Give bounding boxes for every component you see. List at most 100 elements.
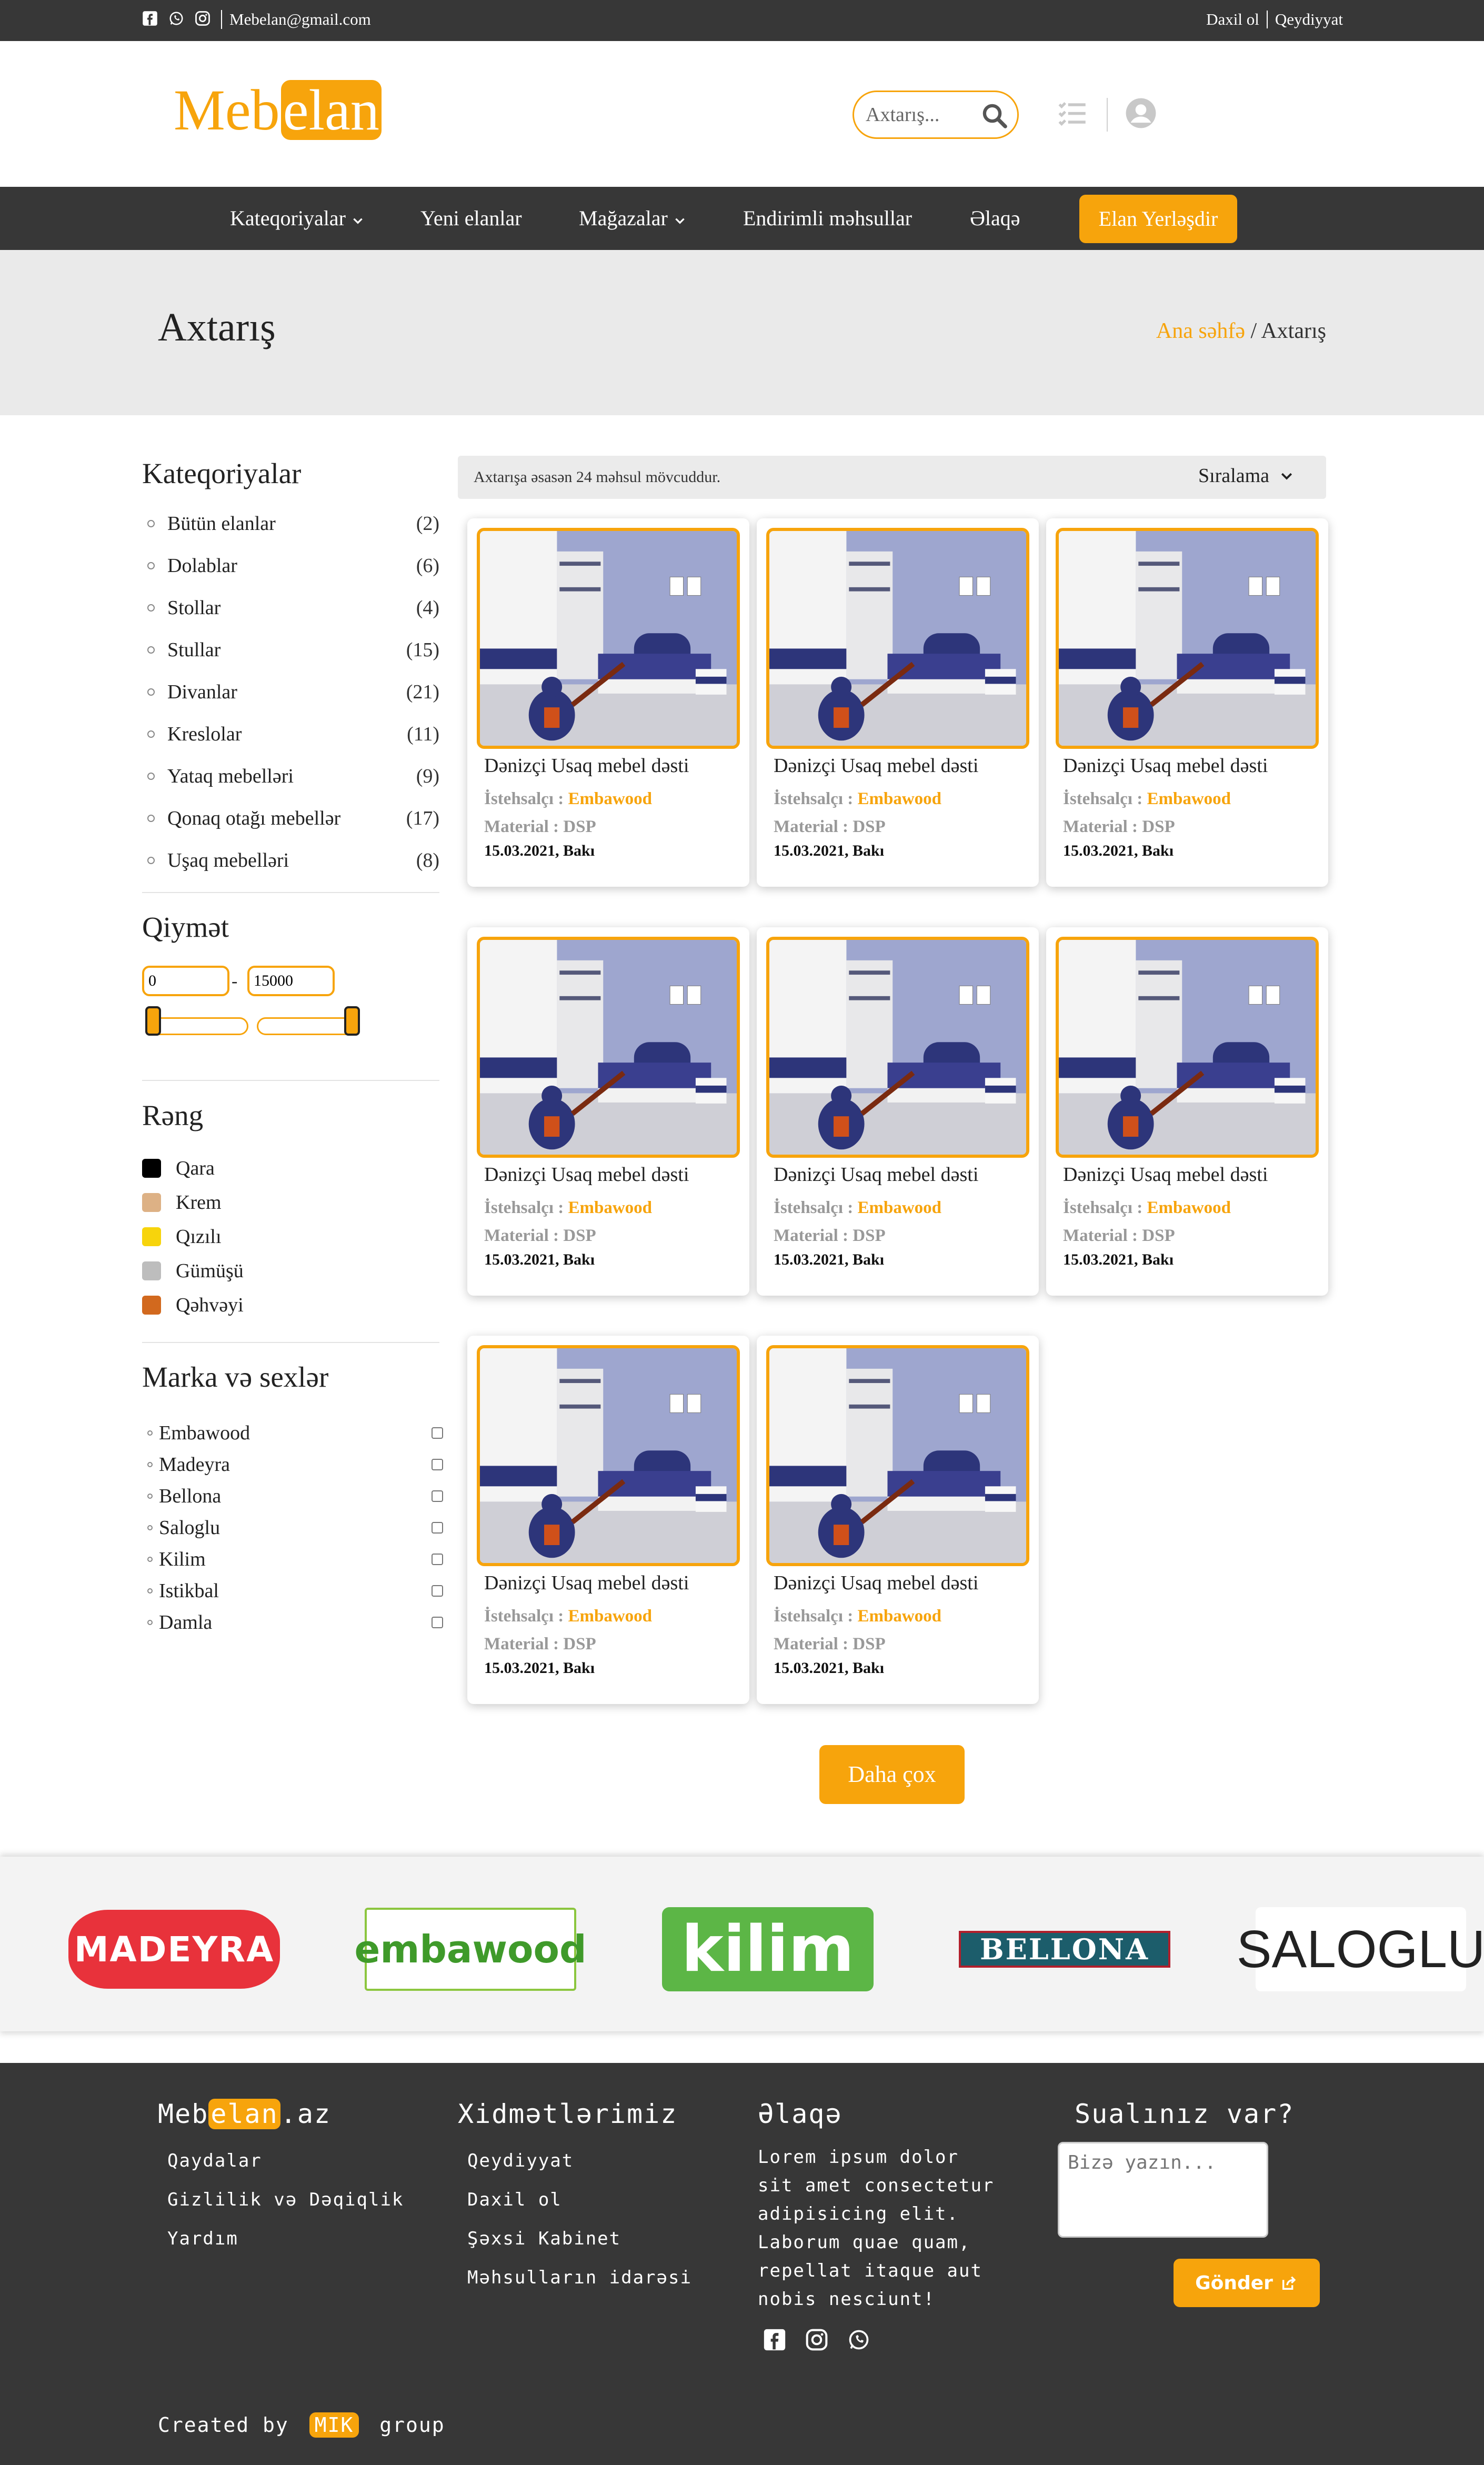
footer-link-rules[interactable]: Qaydalar <box>167 2150 262 2171</box>
product-image[interactable] <box>766 937 1029 1158</box>
footer-link-register[interactable]: Qeydiyyat <box>467 2150 574 2171</box>
footer-link-help[interactable]: Yardım <box>167 2228 238 2249</box>
instagram-icon[interactable] <box>194 9 212 27</box>
product-title[interactable]: Dənizçi Usaq mebel dəsti <box>1063 1163 1268 1186</box>
facebook-icon[interactable] <box>141 9 159 27</box>
contact-email[interactable]: Mebelan@gmail.com <box>221 10 371 29</box>
send-button[interactable]: Gönder <box>1174 2259 1320 2307</box>
footer-link-cabinet[interactable]: Şəxsi Kabinet <box>467 2228 621 2249</box>
login-link[interactable]: Daxil ol <box>1206 10 1259 29</box>
color-option[interactable]: Qəhvəyi <box>142 1290 244 1320</box>
search-icon[interactable] <box>980 102 1009 133</box>
message-input[interactable] <box>1058 2142 1268 2238</box>
brand-checkbox[interactable] <box>432 1427 443 1439</box>
maker-value[interactable]: Embawood <box>568 789 653 808</box>
product-card[interactable]: Dənizçi Usaq mebel dəsti İstehsalçı : Em… <box>757 518 1039 887</box>
register-link[interactable]: Qeydiyyat <box>1275 10 1343 29</box>
color-option[interactable]: Krem <box>142 1188 222 1217</box>
category-item[interactable]: Uşaq mebelləri (8) <box>142 839 439 881</box>
brand-filter-item[interactable]: Kilim <box>147 1544 443 1575</box>
nav-new-listings[interactable]: Yeni elanlar <box>420 187 522 250</box>
maker-value[interactable]: Embawood <box>568 1607 653 1626</box>
maker-value[interactable]: Embawood <box>1147 789 1231 808</box>
category-item[interactable]: Divanlar (21) <box>142 671 439 713</box>
price-max-input[interactable] <box>247 966 335 996</box>
maker-value[interactable]: Embawood <box>858 1198 942 1217</box>
saloglu-logo[interactable]: SALOGLU <box>1237 1907 1484 1991</box>
footer-link-products[interactable]: Məhsulların idarəsi <box>467 2267 692 2288</box>
brand-checkbox[interactable] <box>432 1490 443 1502</box>
nav-categories[interactable]: Kateqoriyalar <box>230 187 365 250</box>
footer-link-login[interactable]: Daxil ol <box>467 2189 562 2210</box>
nav-contact[interactable]: Əlaqə <box>970 187 1020 250</box>
product-card[interactable]: Dənizçi Usaq mebel dəsti İstehsalçı : Em… <box>467 927 749 1296</box>
category-item[interactable]: Bütün elanlar (2) <box>142 503 439 545</box>
category-item[interactable]: Dolablar (6) <box>142 545 439 587</box>
product-card[interactable]: Dənizçi Usaq mebel dəsti İstehsalçı : Em… <box>1046 927 1328 1296</box>
maker-value[interactable]: Embawood <box>568 1198 653 1217</box>
kilim-logo[interactable]: kilim <box>662 1907 874 1991</box>
category-item[interactable]: Stollar (4) <box>142 587 439 629</box>
brand-checkbox[interactable] <box>432 1459 443 1470</box>
product-image[interactable] <box>1056 528 1319 749</box>
embawood-logo[interactable]: embawood <box>355 1907 586 1991</box>
product-title[interactable]: Dənizçi Usaq mebel dəsti <box>774 1571 978 1595</box>
maker-value[interactable]: Embawood <box>858 1607 942 1626</box>
product-card[interactable]: Dənizçi Usaq mebel dəsti İstehsalçı : Em… <box>467 1336 749 1704</box>
category-item[interactable]: Kreslolar (11) <box>142 713 439 755</box>
brand-filter-item[interactable]: Embawood <box>147 1417 443 1449</box>
product-title[interactable]: Dənizçi Usaq mebel dəsti <box>484 754 689 777</box>
product-title[interactable]: Dənizçi Usaq mebel dəsti <box>484 1571 689 1595</box>
color-option[interactable]: Qara <box>142 1154 215 1183</box>
brand-filter-item[interactable]: Bellona <box>147 1480 443 1512</box>
product-card[interactable]: Dənizçi Usaq mebel dəsti İstehsalçı : Em… <box>757 1336 1039 1704</box>
product-title[interactable]: Dənizçi Usaq mebel dəsti <box>484 1163 689 1186</box>
breadcrumb-home[interactable]: Ana səhfə <box>1156 319 1245 343</box>
price-min-handle[interactable] <box>145 1006 161 1036</box>
category-item[interactable]: Yataq mebelləri (9) <box>142 755 439 797</box>
bellona-logo[interactable]: BELLONA <box>959 1907 1170 1991</box>
brand-checkbox[interactable] <box>432 1522 443 1534</box>
user-icon[interactable] <box>1125 97 1157 132</box>
product-title[interactable]: Dənizçi Usaq mebel dəsti <box>774 754 978 777</box>
product-image[interactable] <box>766 528 1029 749</box>
instagram-icon[interactable] <box>805 2328 828 2353</box>
site-logo[interactable]: Meb elan <box>174 80 382 140</box>
nav-stores[interactable]: Mağazalar <box>579 187 687 250</box>
category-item[interactable]: Qonaq otağı mebellər (17) <box>142 797 439 839</box>
whatsapp-icon[interactable] <box>847 2328 870 2353</box>
category-item[interactable]: Stullar (15) <box>142 629 439 671</box>
brand-checkbox[interactable] <box>432 1585 443 1597</box>
product-image[interactable] <box>766 1345 1029 1566</box>
product-image[interactable] <box>477 1345 740 1566</box>
whatsapp-icon[interactable] <box>167 9 185 27</box>
brand-filter-item[interactable]: Madeyra <box>147 1449 443 1480</box>
madeyra-logo[interactable]: MADEYRA <box>68 1907 280 1991</box>
maker-value[interactable]: Embawood <box>1147 1198 1231 1217</box>
product-title[interactable]: Dənizçi Usaq mebel dəsti <box>1063 754 1268 777</box>
load-more-button[interactable]: Daha çox <box>819 1745 965 1804</box>
brand-filter-item[interactable]: Saloglu <box>147 1512 443 1544</box>
post-ad-button[interactable]: Elan Yerləşdir <box>1079 195 1237 243</box>
nav-discounted[interactable]: Endirimli məhsullar <box>743 187 912 250</box>
price-max-handle[interactable] <box>344 1006 360 1036</box>
product-card[interactable]: Dənizçi Usaq mebel dəsti İstehsalçı : Em… <box>1046 518 1328 887</box>
product-image[interactable] <box>1056 937 1319 1158</box>
product-card[interactable]: Dənizçi Usaq mebel dəsti İstehsalçı : Em… <box>757 927 1039 1296</box>
footer-logo[interactable]: Mebelan.az <box>158 2099 331 2129</box>
price-min-input[interactable] <box>142 966 229 996</box>
search-input[interactable] <box>866 103 981 126</box>
product-image[interactable] <box>477 528 740 749</box>
maker-value[interactable]: Embawood <box>858 789 942 808</box>
list-icon[interactable] <box>1055 96 1090 133</box>
footer-link-privacy[interactable]: Gizlilik və Dəqiqlik <box>167 2189 404 2210</box>
brand-filter-item[interactable]: Damla <box>147 1607 443 1638</box>
brand-checkbox[interactable] <box>432 1554 443 1565</box>
product-image[interactable] <box>477 937 740 1158</box>
product-card[interactable]: Dənizçi Usaq mebel dəsti İstehsalçı : Em… <box>467 518 749 887</box>
color-option[interactable]: Qızılı <box>142 1222 222 1251</box>
product-title[interactable]: Dənizçi Usaq mebel dəsti <box>774 1163 978 1186</box>
facebook-icon[interactable] <box>763 2328 786 2353</box>
color-option[interactable]: Gümüşü <box>142 1256 244 1286</box>
brand-checkbox[interactable] <box>432 1617 443 1628</box>
